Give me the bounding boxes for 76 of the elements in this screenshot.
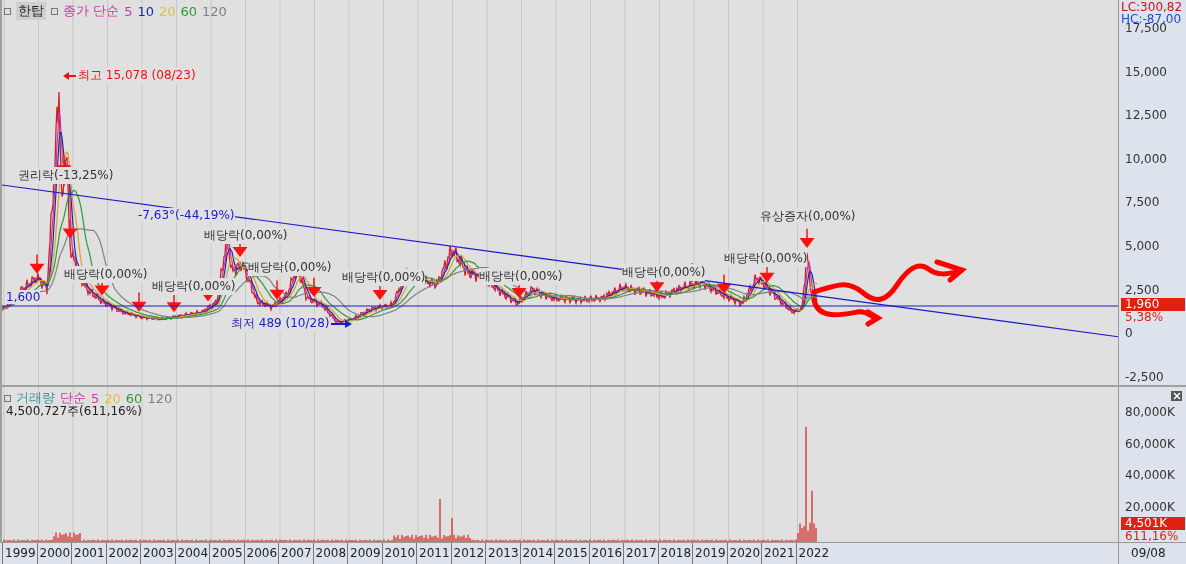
year-label: 2021 <box>761 543 796 564</box>
period-label: 10 <box>137 3 154 19</box>
change-percent: 611,16% <box>1125 530 1179 544</box>
period-label: 60 <box>125 390 143 406</box>
period-label: 5 <box>124 3 133 19</box>
chart-annotation: 최저 489 (10/28) <box>231 315 330 332</box>
period-label: 120 <box>202 3 227 19</box>
year-label: 2001 <box>71 543 106 564</box>
current-price-badge: 1,960 <box>1121 298 1185 311</box>
year-label: 2004 <box>174 543 209 564</box>
chart-annotation: 배당락(0,00%) <box>248 259 332 276</box>
year-label: 2016 <box>588 543 623 564</box>
close-icon[interactable] <box>1171 391 1182 402</box>
stock-name-button[interactable]: 한탑 <box>16 2 46 20</box>
year-label: 1999 <box>2 543 37 564</box>
year-label: 2019 <box>692 543 727 564</box>
year-label: 2009 <box>347 543 382 564</box>
arrow-left-icon <box>62 70 76 81</box>
year-label: 2006 <box>243 543 278 564</box>
indicator-label: 종가 단순 <box>63 2 120 20</box>
period-label: 20 <box>158 3 176 19</box>
change-percent: 5,38% <box>1125 311 1164 324</box>
arrow-right-icon <box>331 318 354 329</box>
year-label: 2010 <box>381 543 416 564</box>
year-label: 2005 <box>209 543 244 564</box>
axis-tick-label: 7,500 <box>1125 195 1160 210</box>
period-label: 5 <box>91 390 100 406</box>
year-label: 2007 <box>278 543 313 564</box>
year-label: 2000 <box>36 543 71 564</box>
year-label: 2003 <box>140 543 175 564</box>
chart-annotation: 배당락(0,00%) <box>724 250 808 267</box>
axis-tick-label: 40,000K <box>1125 468 1175 483</box>
chart-annotation: 배당락(0,00%) <box>64 266 148 283</box>
chart-annotation: 1,600 <box>6 290 41 304</box>
current-volume-badge: 4,501K <box>1121 517 1185 531</box>
chart-annotation: 배당락(0,00%) <box>479 268 563 285</box>
square-icon <box>4 394 11 402</box>
axis-tick-label: 12,500 <box>1125 108 1167 123</box>
period-label: 20 <box>104 390 121 406</box>
year-label: 2022 <box>795 543 830 564</box>
period-label: 60 <box>180 3 198 19</box>
axis-tick-label: 60,000K <box>1125 436 1175 451</box>
lc-value: LC:300,82 <box>1121 0 1183 14</box>
chart-annotation: -7,63°(-44,19%) <box>138 208 235 222</box>
chart-annotation: 배당락(0,00%) <box>342 269 426 286</box>
chart-annotation: 유상증자(0,00%) <box>760 208 856 225</box>
year-label: 2015 <box>554 543 589 564</box>
axis-tick-label: 5,000 <box>1125 239 1160 253</box>
year-label: 2014 <box>519 543 554 564</box>
axis-tick-label: 10,000 <box>1125 151 1167 166</box>
year-label: 2018 <box>657 543 692 564</box>
period-label: 120 <box>147 390 173 406</box>
axis-tick-label: 15,000 <box>1125 64 1167 79</box>
volume-total: 4,500,727주(611,16%) <box>6 404 142 421</box>
year-label: 2020 <box>726 543 761 564</box>
axis-tick-label: 2,500 <box>1125 282 1160 297</box>
year-label: 2012 <box>450 543 485 564</box>
chart-annotation: 최고 15,078 (08/23) <box>78 67 196 84</box>
year-label: 2011 <box>416 543 451 564</box>
year-label: 2008 <box>312 543 347 564</box>
year-label: 2017 <box>623 543 658 564</box>
year-label: 2013 <box>485 543 520 564</box>
chart-annotation: 배당락(0,00%) <box>152 278 236 295</box>
axis-tick-label: 0 <box>1125 326 1133 341</box>
square-icon <box>51 7 58 15</box>
square-icon <box>4 7 11 15</box>
chart-annotation: 권리락(-13,25%) <box>18 167 114 184</box>
axis-tick-label: -2,500 <box>1125 369 1164 384</box>
date-label: 09/08 <box>1131 546 1166 560</box>
year-label: 2002 <box>105 543 140 564</box>
chart-annotation: 배당락(0,00%) <box>204 227 288 244</box>
volume-title: 거래량 <box>16 389 55 406</box>
indicator-label: 단순 <box>60 389 86 406</box>
chart-annotation: 배당락(0,00%) <box>622 264 706 281</box>
axis-tick-label: 20,000K <box>1125 499 1175 514</box>
axis-tick-label: 80,000K <box>1125 405 1175 420</box>
